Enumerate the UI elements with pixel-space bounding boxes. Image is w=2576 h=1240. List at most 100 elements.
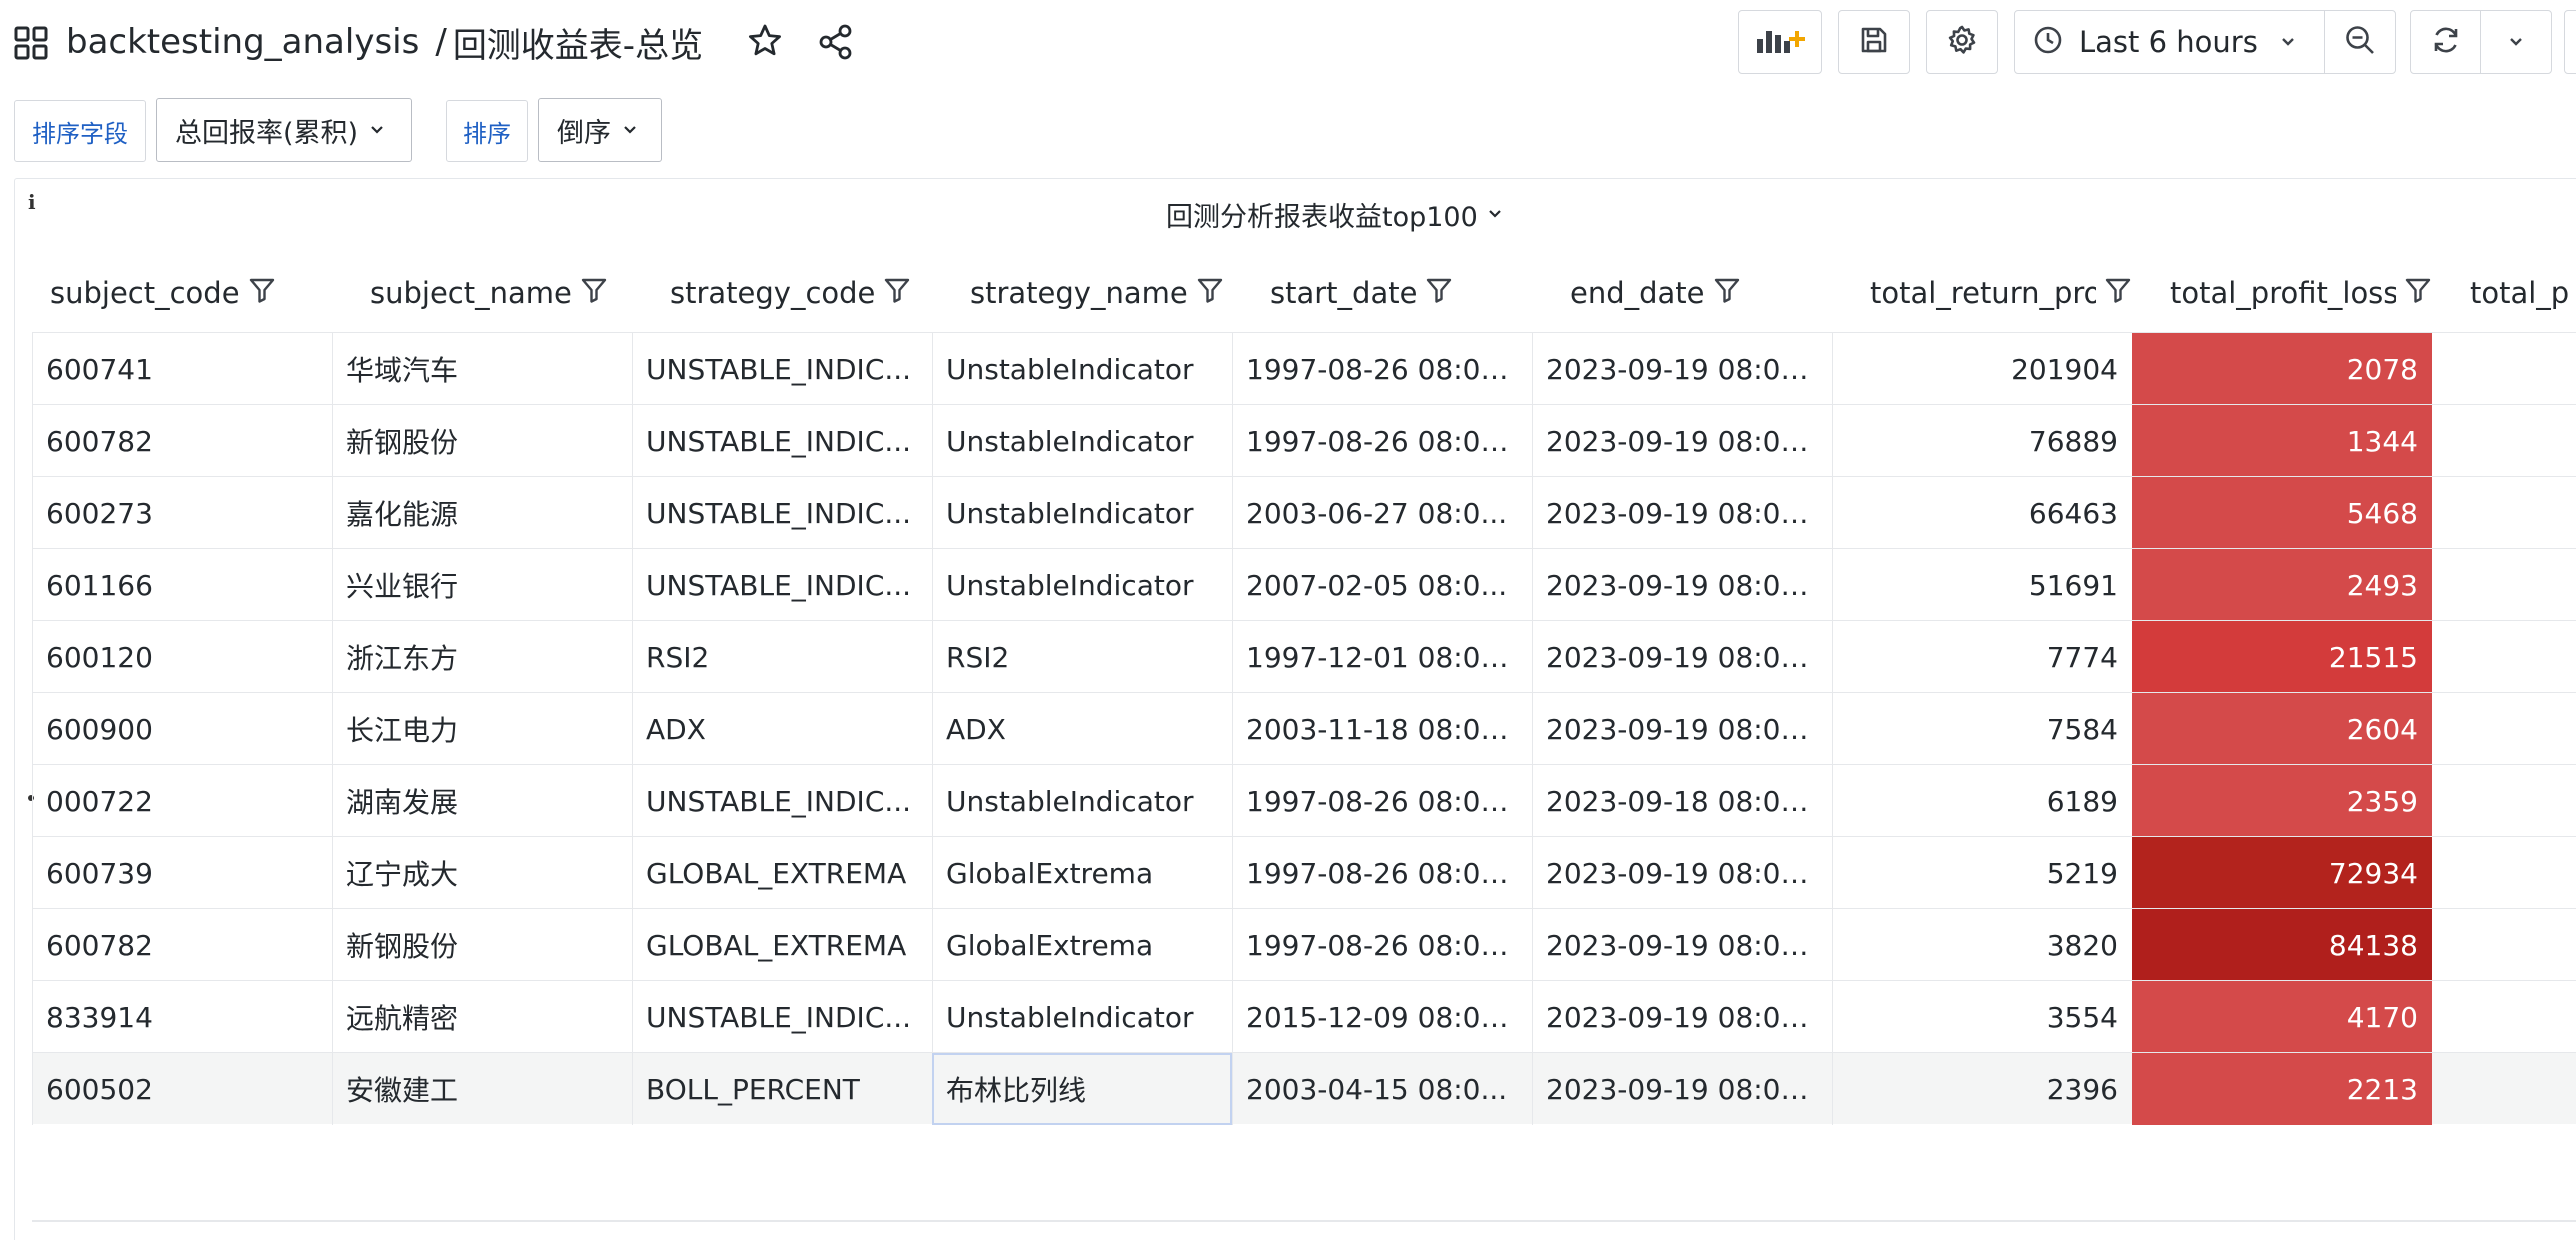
cell-subject-code[interactable]: 600741 [32,333,332,405]
breadcrumb-folder[interactable]: backtesting_analysis [66,22,419,62]
cell-strategy-name[interactable]: UnstableIndicator [932,549,1232,621]
cell-total-p[interactable] [2432,909,2576,981]
cell-subject-name[interactable]: 兴业银行 [332,549,632,621]
table-row[interactable]: 000722 湖南发展 UNSTABLE_INDIC... UnstableIndic… [28,764,2576,837]
refresh-button[interactable] [2410,10,2482,74]
cell-total-p[interactable] [2432,693,2576,765]
cell-total-return-profi[interactable]: 7774 [1832,621,2132,693]
cell-total-p[interactable] [2432,621,2576,693]
cell-total-return-profi[interactable]: 7584 [1832,693,2132,765]
cell-end-date[interactable]: 2023-09-19 08:00... [1532,693,1832,765]
cell-total-profit-loss-[interactable]: 1344 [2132,405,2432,477]
cell-total-profit-loss-[interactable]: 21515 [2132,621,2432,693]
cell-subject-name[interactable]: 安徽建工 [332,1053,632,1125]
cell-strategy-code[interactable]: UNSTABLE_INDIC... [632,981,932,1053]
cell-strategy-code[interactable]: UNSTABLE_INDIC... [632,549,932,621]
cell-total-profit-loss-[interactable]: 2213 [2132,1053,2432,1125]
cell-start-date[interactable]: 2003-11-18 08:00:... [1232,693,1532,765]
cell-end-date[interactable]: 2023-09-19 08:00... [1532,405,1832,477]
cell-end-date[interactable]: 2023-09-19 08:00... [1532,549,1832,621]
cell-strategy-name[interactable]: UnstableIndicator [932,405,1232,477]
column-header-subject-code[interactable]: subject_code [12,260,312,326]
cell-total-profit-loss-[interactable]: 84138 [2132,909,2432,981]
cell-start-date[interactable]: 1997-12-01 08:00:... [1232,621,1532,693]
panel-title[interactable]: 回测分析报表收益top100 [1166,194,1502,234]
cell-subject-code[interactable]: 600502 [32,1053,332,1125]
cell-strategy-name[interactable]: UnstableIndicator [932,333,1232,405]
cell-strategy-code[interactable]: UNSTABLE_INDIC... [632,333,932,405]
cell-total-p[interactable] [2432,549,2576,621]
cell-total-return-profi[interactable]: 3820 [1832,909,2132,981]
cell-total-return-profi[interactable]: 66463 [1832,477,2132,549]
cell-subject-name[interactable]: 新钢股份 [332,405,632,477]
cell-strategy-name[interactable]: UnstableIndicator [932,765,1232,837]
filter-icon[interactable] [572,276,608,311]
table-row[interactable]: 600739 辽宁成大 GLOBAL_EXTREMA GlobalExtrema 199… [32,836,2576,909]
cell-strategy-code[interactable]: GLOBAL_EXTREMA [632,837,932,909]
cell-total-profit-loss-[interactable]: 2604 [2132,693,2432,765]
cell-strategy-code[interactable]: UNSTABLE_INDIC... [632,765,932,837]
cell-start-date[interactable]: 2003-06-27 08:0... [1232,477,1532,549]
cell-total-profit-loss-[interactable]: 72934 [2132,837,2432,909]
cell-strategy-name[interactable]: 布林比列线 [932,1053,1232,1125]
cell-start-date[interactable]: 1997-08-26 08:00... [1232,837,1532,909]
cell-strategy-name[interactable]: UnstableIndicator [932,477,1232,549]
cell-start-date[interactable]: 1997-08-26 08:00... [1232,765,1532,837]
cell-start-date[interactable]: 2003-04-15 08:0... [1232,1053,1532,1125]
share-icon[interactable] [816,22,856,62]
cell-total-p[interactable] [2432,405,2576,477]
cell-total-return-profi[interactable]: 5219 [1832,837,2132,909]
cell-strategy-name[interactable]: RSI2 [932,621,1232,693]
cell-strategy-code[interactable]: UNSTABLE_INDIC... [632,477,932,549]
column-header-total-return-profi[interactable]: total_return_profi [1832,260,2132,326]
cell-strategy-name[interactable]: GlobalExtrema [932,837,1232,909]
cell-total-profit-loss-[interactable]: 4170 [2132,981,2432,1053]
cell-subject-code[interactable]: 600900 [32,693,332,765]
cell-total-p[interactable] [2432,333,2576,405]
cell-end-date[interactable]: 2023-09-19 08:00... [1532,909,1832,981]
cell-end-date[interactable]: 2023-09-18 08:00... [1532,765,1832,837]
table-row[interactable]: 600120 浙江东方 RSI2 RSI2 1997-12-01 08:00:... 20… [32,620,2576,693]
add-panel-button[interactable] [1738,10,1822,74]
cell-strategy-code[interactable]: GLOBAL_EXTREMA [632,909,932,981]
cell-total-return-profi[interactable]: 201904 [1832,333,2132,405]
cell-end-date[interactable]: 2023-09-19 08:00... [1532,837,1832,909]
dashboard-grid-icon[interactable] [14,26,48,60]
cell-subject-name[interactable]: 新钢股份 [332,909,632,981]
cell-end-date[interactable]: 2023-09-19 08:00... [1532,981,1832,1053]
cell-total-return-profi[interactable]: 76889 [1832,405,2132,477]
cell-total-return-profi[interactable]: 51691 [1832,549,2132,621]
cell-subject-name[interactable]: 湖南发展 [332,765,632,837]
cell-start-date[interactable]: 1997-08-26 08:00... [1232,909,1532,981]
cell-start-date[interactable]: 2015-12-09 08:00... [1232,981,1532,1053]
cell-subject-code[interactable]: 600273 [32,477,332,549]
filter-icon[interactable] [1417,276,1453,311]
cell-subject-code[interactable]: 000722 [32,765,332,837]
cell-subject-code[interactable]: 601166 [32,549,332,621]
cell-total-p[interactable] [2432,1053,2576,1125]
filter-icon[interactable] [240,276,276,311]
table-row[interactable]: 601166 兴业银行 UNSTABLE_INDIC... UnstableIndic… [32,548,2576,621]
filter-icon[interactable] [2096,276,2132,311]
panel-info-icon[interactable]: i [28,190,36,214]
cell-end-date[interactable]: 2023-09-19 08:00... [1532,1053,1832,1125]
column-header-strategy-code[interactable]: strategy_code [632,260,932,326]
cell-total-profit-loss-[interactable]: 5468 [2132,477,2432,549]
dashboard-settings-button[interactable] [1926,10,1998,74]
cell-end-date[interactable]: 2023-09-19 08:00... [1532,333,1832,405]
column-header-subject-name[interactable]: subject_name [332,260,632,326]
save-dashboard-button[interactable] [1838,10,1910,74]
cell-subject-name[interactable]: 华域汽车 [332,333,632,405]
cell-subject-name[interactable]: 辽宁成大 [332,837,632,909]
cell-subject-code[interactable]: 833914 [32,981,332,1053]
cell-strategy-name[interactable]: GlobalExtrema [932,909,1232,981]
table-row[interactable]: 600502 安徽建工 BOLL_PERCENT 布林比列线 2003-04-15 08… [32,1052,2576,1125]
cell-total-profit-loss-[interactable]: 2493 [2132,549,2432,621]
cell-strategy-code[interactable]: UNSTABLE_INDIC... [632,405,932,477]
cell-subject-code[interactable]: 600782 [32,909,332,981]
time-range-picker[interactable]: Last 6 hours [2014,10,2326,74]
toolbar-overflow-button[interactable] [2564,10,2576,74]
column-header-strategy-name[interactable]: strategy_name [932,260,1232,326]
cell-total-profit-loss-[interactable]: 2078 [2132,333,2432,405]
cell-subject-name[interactable]: 浙江东方 [332,621,632,693]
